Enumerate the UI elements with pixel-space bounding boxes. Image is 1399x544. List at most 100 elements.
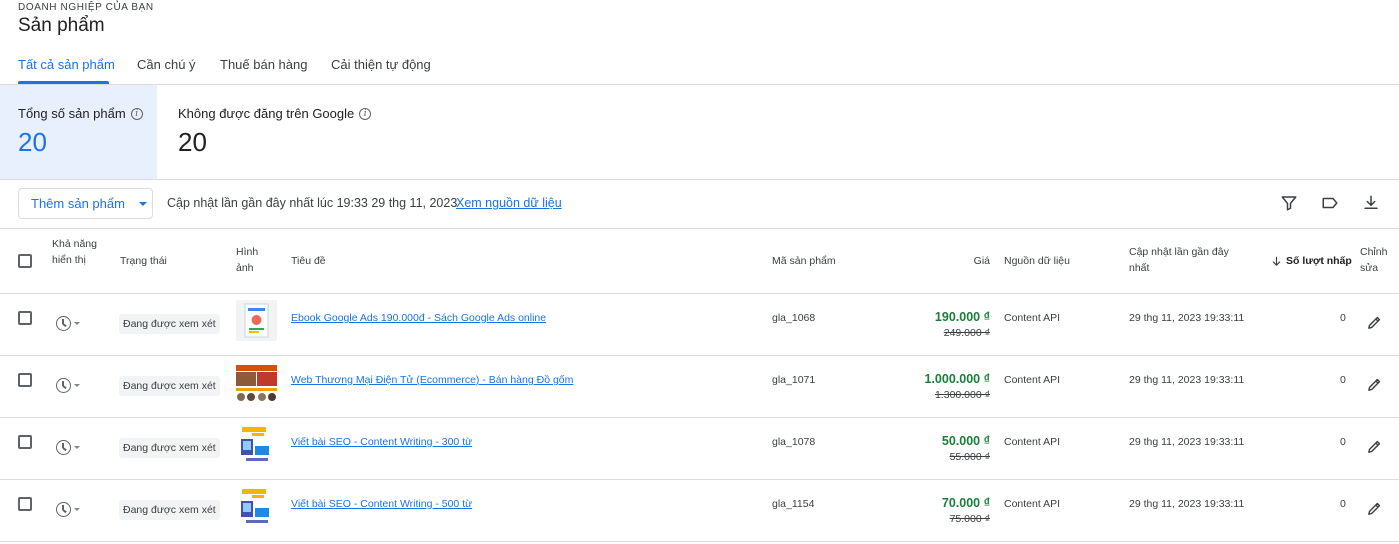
info-icon[interactable]: i <box>359 107 372 120</box>
click-count: 0 <box>1340 312 1346 324</box>
sale-price: 50.000 ₫ <box>941 434 990 448</box>
table-row[interactable]: Đang được xem xét Web Thương Mại Điện Tử… <box>0 356 1399 418</box>
not-listed-label: Không được đăng trên Google <box>178 106 355 121</box>
visibility-dropdown[interactable] <box>56 502 80 517</box>
table-row[interactable]: Đang được xem xét Ebook Google Ads 190.0… <box>0 294 1399 356</box>
status-badge: Đang được xem xét <box>119 438 220 458</box>
row-checkbox[interactable] <box>18 373 32 387</box>
business-overline: DOANH NGHIỆP CỦA BẠN <box>18 2 154 13</box>
data-source: Content API <box>1004 436 1061 448</box>
product-title-link[interactable]: Viết bài SEO - Content Writing - 500 từ <box>291 498 472 510</box>
column-clicks[interactable]: Số lượt nhấp <box>1286 253 1352 269</box>
original-price: 55.000 ₫ <box>949 451 990 463</box>
table-row[interactable]: Đang được xem xét Viết bài SEO - Content… <box>0 480 1399 542</box>
last-updated: 29 thg 11, 2023 19:33:11 <box>1129 312 1245 324</box>
price-cell: 50.000 ₫ 55.000 ₫ <box>942 434 990 465</box>
add-product-button[interactable]: Thêm sản phẩm <box>18 188 153 219</box>
chevron-down-icon <box>74 446 80 449</box>
sale-price: 70.000 ₫ <box>941 496 990 510</box>
price-cell: 1.000.000 ₫ 1.300.000 ₫ <box>925 372 991 403</box>
status-badge: Đang được xem xét <box>119 376 220 396</box>
edit-pencil-icon[interactable] <box>1366 376 1383 393</box>
active-tab-indicator <box>18 81 109 84</box>
tab-all-products[interactable]: Tất cả sản phẩm <box>18 57 115 72</box>
total-products-card[interactable]: Tổng số sản phẩm i 20 <box>0 85 157 179</box>
status-badge: Đang được xem xét <box>119 500 220 520</box>
column-last-updated[interactable]: Cập nhật lần gần đây nhất <box>1129 244 1239 276</box>
column-title[interactable]: Tiêu đề <box>291 253 326 269</box>
row-checkbox[interactable] <box>18 311 32 325</box>
chevron-down-icon <box>138 201 147 206</box>
row-checkbox[interactable] <box>18 497 32 511</box>
data-source: Content API <box>1004 374 1061 386</box>
clock-icon <box>56 378 71 393</box>
last-updated: 29 thg 11, 2023 19:33:11 <box>1129 374 1245 386</box>
product-title-link[interactable]: Ebook Google Ads 190.000đ - Sách Google … <box>291 312 546 324</box>
product-title-link[interactable]: Web Thương Mại Điện Tử (Ecommerce) - Bán… <box>291 374 573 386</box>
page-title: Sản phẩm <box>18 15 105 36</box>
not-listed-label-wrap: Không được đăng trên Google i <box>178 106 372 121</box>
original-price: 75.000 ₫ <box>949 513 990 525</box>
visibility-dropdown[interactable] <box>56 316 80 331</box>
chevron-down-icon <box>74 322 80 325</box>
edit-pencil-icon[interactable] <box>1366 500 1383 517</box>
filter-icon[interactable] <box>1280 194 1298 212</box>
total-products-value: 20 <box>18 127 47 157</box>
product-id: gla_1154 <box>772 498 815 510</box>
download-icon[interactable] <box>1362 194 1380 212</box>
total-products-label-wrap: Tổng số sản phẩm i <box>18 106 143 121</box>
column-price[interactable]: Giá <box>950 253 990 269</box>
visibility-dropdown[interactable] <box>56 440 80 455</box>
column-image: Hình ảnh <box>236 246 259 274</box>
table-row[interactable]: Đang được xem xét Viết bài SEO - Content… <box>0 418 1399 480</box>
tab-needs-attention[interactable]: Cần chú ý <box>137 57 196 72</box>
click-count: 0 <box>1340 374 1346 386</box>
chevron-down-icon <box>74 384 80 387</box>
column-visibility[interactable]: Khả năng hiển thị <box>52 236 102 268</box>
product-thumbnail-ebook <box>236 300 277 341</box>
click-count: 0 <box>1340 436 1346 448</box>
sale-price: 1.000.000 ₫ <box>924 372 991 386</box>
product-id: gla_1068 <box>772 312 816 324</box>
edit-pencil-icon[interactable] <box>1366 438 1383 455</box>
sort-descending-icon[interactable] <box>1271 256 1282 267</box>
data-source: Content API <box>1004 312 1061 324</box>
row-checkbox[interactable] <box>18 435 32 449</box>
sale-price: 190.000 ₫ <box>934 310 990 324</box>
tab-sales-tax[interactable]: Thuế bán hàng <box>220 57 307 72</box>
table-header: Khả năng hiển thị Trạng thái Hình ảnh Ti… <box>0 229 1399 294</box>
price-cell: 190.000 ₫ 249.000 ₫ <box>935 310 990 341</box>
data-source: Content API <box>1004 498 1061 510</box>
clock-icon <box>56 502 71 517</box>
original-price: 1.300.000 ₫ <box>934 389 990 401</box>
product-title-link[interactable]: Viết bài SEO - Content Writing - 300 từ <box>291 436 472 448</box>
column-product-id[interactable]: Mã sản phẩm <box>772 253 836 269</box>
summary-cards: Tổng số sản phẩm i 20 Không được đăng tr… <box>0 85 1399 180</box>
tab-auto-improvements[interactable]: Cải thiện tự động <box>331 57 431 72</box>
status-badge: Đang được xem xét <box>119 314 220 334</box>
clock-icon <box>56 440 71 455</box>
view-data-source-link[interactable]: Xem nguồn dữ liệu <box>456 196 562 210</box>
last-updated: 29 thg 11, 2023 19:33:11 <box>1129 436 1245 448</box>
column-edit: Chỉnh sửa <box>1360 246 1388 274</box>
info-icon[interactable]: i <box>130 107 143 120</box>
toolbar: Thêm sản phẩm Cập nhật lần gần đây nhất … <box>0 180 1399 229</box>
product-thumbnail-ecommerce <box>236 362 277 403</box>
product-id: gla_1071 <box>772 374 816 386</box>
chevron-down-icon <box>74 508 80 511</box>
product-thumbnail-seo <box>236 424 277 465</box>
visibility-dropdown[interactable] <box>56 378 80 393</box>
not-listed-value: 20 <box>178 127 207 157</box>
click-count: 0 <box>1340 498 1346 510</box>
last-updated: 29 thg 11, 2023 19:33:11 <box>1129 498 1245 510</box>
original-price: 249.000 ₫ <box>943 327 990 339</box>
label-icon[interactable] <box>1321 194 1339 212</box>
column-data-source[interactable]: Nguồn dữ liệu <box>1004 253 1070 269</box>
column-status[interactable]: Trạng thái <box>120 253 167 269</box>
not-listed-card[interactable]: Không được đăng trên Google i 20 <box>157 85 417 179</box>
last-updated-text: Cập nhật lần gần đây nhất lúc 19:33 29 t… <box>167 196 458 210</box>
select-all-checkbox[interactable] <box>18 254 32 268</box>
product-id: gla_1078 <box>772 436 816 448</box>
edit-pencil-icon[interactable] <box>1366 314 1383 331</box>
tab-bar: Tất cả sản phẩm Cần chú ý Thuế bán hàng … <box>0 50 1399 85</box>
